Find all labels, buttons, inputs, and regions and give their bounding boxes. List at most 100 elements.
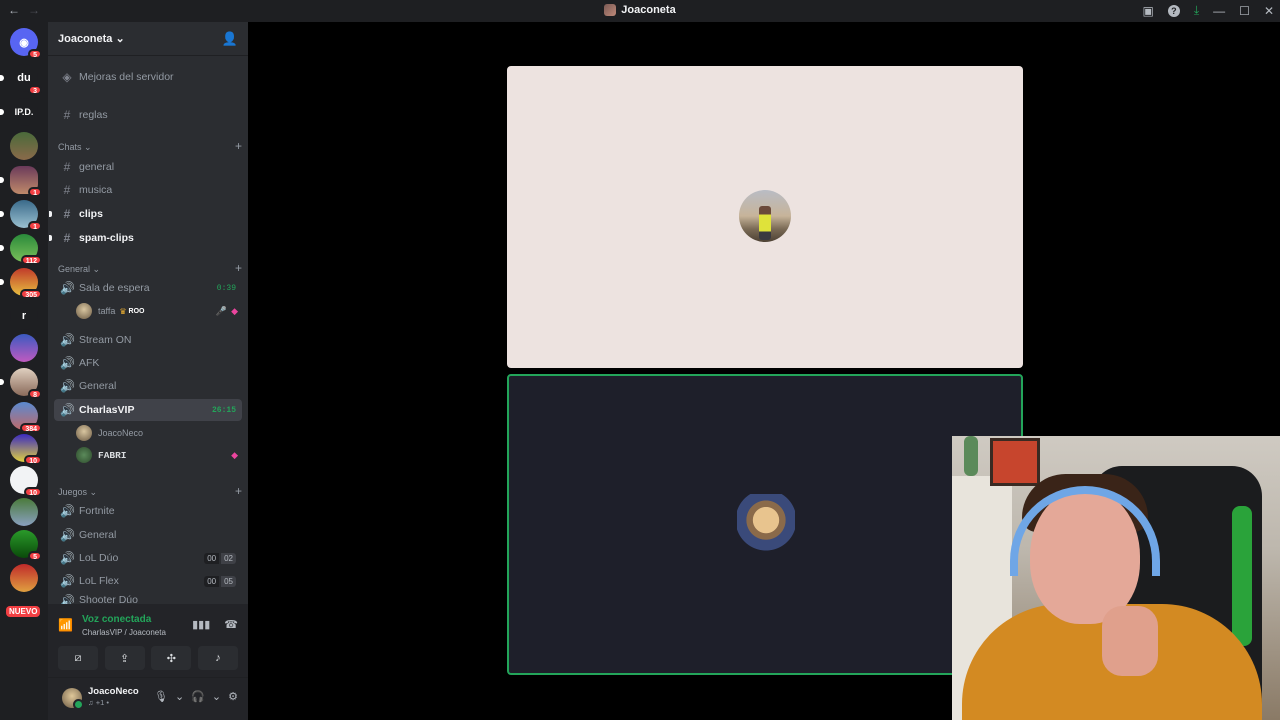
server-icon[interactable]: 10 bbox=[10, 434, 42, 465]
voice-channel-afk[interactable]: 🔊 AFK bbox=[54, 352, 242, 374]
server-icon[interactable]: 1 bbox=[0, 200, 42, 231]
avatar bbox=[76, 303, 92, 319]
category-chats[interactable]: Chats ⌄ + bbox=[58, 139, 242, 153]
voice-channel-general[interactable]: 🔊 General bbox=[54, 375, 242, 397]
category-general[interactable]: General ⌄ + bbox=[58, 261, 242, 275]
channel-clips[interactable]: # clips bbox=[54, 203, 242, 225]
avatar[interactable] bbox=[62, 688, 84, 710]
voice-status: Voz conectada bbox=[82, 614, 152, 625]
participant-tile[interactable] bbox=[507, 66, 1023, 368]
server-boosts-link[interactable]: ◈ Mejoras del servidor bbox=[54, 66, 242, 88]
server-icon[interactable] bbox=[10, 498, 38, 526]
screen-share-button[interactable]: ⇪ bbox=[104, 646, 145, 670]
server-icon[interactable]: 8 bbox=[0, 368, 42, 399]
server-icon[interactable]: 112 bbox=[0, 234, 42, 265]
voice-channel-general-juegos[interactable]: 🔊 General bbox=[54, 524, 242, 546]
direct-messages-button[interactable]: ◉ 5 bbox=[10, 28, 42, 59]
speaker-icon: 🔊 bbox=[60, 574, 75, 588]
server-name: Joaconeta ⌄ bbox=[58, 33, 125, 45]
channel-musica[interactable]: # musica bbox=[54, 179, 242, 201]
add-channel-icon[interactable]: + bbox=[235, 139, 242, 153]
server-mini-icon bbox=[604, 4, 617, 16]
chevron-down-icon[interactable]: ⌄ bbox=[212, 690, 221, 703]
voice-actions: ⧄ ⇪ ✣ ♪ bbox=[58, 646, 238, 670]
channel-label: AFK bbox=[79, 357, 100, 369]
noise-suppression-icon[interactable]: ▮▮▮ bbox=[192, 618, 210, 631]
voice-location[interactable]: CharlasVIP / Joaconeta bbox=[82, 628, 166, 637]
activities-button[interactable]: ✣ bbox=[151, 646, 192, 670]
voice-channel-lol-duo[interactable]: 🔊 LoL Dúo 00 02 bbox=[54, 547, 242, 569]
maximize-button[interactable]: ☐ bbox=[1239, 4, 1250, 18]
disconnect-icon[interactable]: ☎ bbox=[224, 618, 238, 631]
server-icon-r[interactable]: r bbox=[10, 302, 38, 330]
add-channel-icon[interactable]: + bbox=[235, 261, 242, 275]
voice-user-joaconeco[interactable]: JoacoNeco bbox=[76, 423, 238, 443]
speaker-icon: 🔊 bbox=[60, 504, 75, 518]
headphones-icon[interactable]: 🎧 bbox=[191, 690, 205, 703]
category-label: General bbox=[58, 264, 91, 274]
voice-channel-charlasvip[interactable]: 🔊 CharlasVIP 26:15 bbox=[54, 399, 242, 421]
add-channel-icon[interactable]: + bbox=[235, 484, 242, 498]
channel-label: reglas bbox=[79, 109, 108, 121]
user-name[interactable]: JoacoNeco bbox=[88, 686, 139, 697]
server-icon[interactable]: 5 bbox=[10, 530, 42, 561]
server-icon[interactable]: 10 bbox=[10, 466, 42, 497]
server-icon[interactable] bbox=[10, 334, 38, 362]
chevron-down-icon[interactable]: ⌄ bbox=[175, 690, 184, 703]
server-header[interactable]: Joaconeta ⌄ 👤 bbox=[48, 22, 248, 56]
server-icon[interactable] bbox=[10, 564, 38, 592]
server-icon[interactable]: 384 bbox=[10, 402, 42, 433]
server-icon[interactable]: 1 bbox=[0, 166, 42, 197]
server-icon[interactable]: 305 bbox=[0, 268, 42, 299]
close-button[interactable]: ✕ bbox=[1264, 4, 1274, 18]
server-icon[interactable] bbox=[10, 132, 38, 160]
hash-icon: # bbox=[63, 231, 71, 245]
help-icon[interactable]: ? bbox=[1167, 4, 1180, 17]
gear-icon[interactable]: ⚙ bbox=[228, 690, 238, 703]
inbox-icon[interactable]: ▣ bbox=[1143, 4, 1154, 18]
server-rail: ◉ 5 du 3 IP.D. 1 1 112 305 r 8 384 10 10 bbox=[0, 22, 48, 720]
minimize-button[interactable]: — bbox=[1213, 4, 1225, 18]
title-bar: ← → Joaconeta ▣ ? ⤓ — ☐ ✕ bbox=[0, 0, 1280, 22]
camera-off-button[interactable]: ⧄ bbox=[58, 646, 98, 670]
speaker-icon: 🔊 bbox=[60, 403, 75, 417]
server-badge: 8 bbox=[28, 389, 42, 399]
new-badge: NUEVO bbox=[6, 606, 41, 617]
channel-spam-clips[interactable]: # spam-clips bbox=[54, 227, 242, 249]
download-icon[interactable]: ⤓ bbox=[1194, 3, 1199, 18]
unread-indicator bbox=[49, 211, 52, 217]
channel-label: Stream ON bbox=[79, 334, 132, 346]
soundboard-button[interactable]: ♪ bbox=[197, 646, 238, 670]
channel-label: musica bbox=[79, 184, 113, 196]
microphone-icon[interactable]: 🎙 bbox=[154, 690, 168, 703]
voice-channel-shooter-duo[interactable]: 🔊 Shooter Dúo bbox=[54, 594, 242, 604]
server-icon-du[interactable]: du 3 bbox=[0, 64, 42, 95]
user-limit: 00 02 bbox=[204, 552, 236, 564]
unread-indicator bbox=[49, 235, 52, 241]
voice-channel-stream-on[interactable]: 🔊 Stream ON bbox=[54, 329, 242, 351]
user-status-icons: 🎤 ◆ bbox=[216, 306, 238, 317]
voice-channel-fortnite[interactable]: 🔊 Fortnite bbox=[54, 500, 242, 522]
voice-connection-panel: 📶 Voz conectada CharlasVIP / Joaconeta ▮… bbox=[48, 604, 248, 678]
category-label: Chats bbox=[58, 142, 82, 152]
activity-icon: ◆ bbox=[231, 305, 238, 316]
avatar bbox=[76, 425, 92, 441]
speaker-icon: 🔊 bbox=[60, 333, 75, 347]
channel-general[interactable]: # general bbox=[54, 156, 242, 178]
participant-tile-speaking[interactable] bbox=[507, 374, 1023, 675]
voice-user-taffa[interactable]: taffa ♛ ROO 🎤 ◆ bbox=[76, 301, 238, 321]
voice-channel-lol-flex[interactable]: 🔊 LoL Flex 00 05 bbox=[54, 570, 242, 592]
channel-reglas[interactable]: # reglas bbox=[54, 104, 242, 126]
channel-label: LoL Flex bbox=[79, 575, 119, 587]
discord-logo-icon: ◉ bbox=[19, 36, 29, 49]
server-icon-ipd[interactable]: IP.D. bbox=[0, 98, 38, 126]
avatar bbox=[76, 447, 92, 463]
channel-label: General bbox=[79, 380, 117, 392]
add-member-icon[interactable]: 👤 bbox=[222, 31, 238, 47]
category-juegos[interactable]: Juegos ⌄ + bbox=[58, 484, 242, 498]
user-panel: JoacoNeco ♫ +1 • 🎙 ⌄ 🎧 ⌄ ⚙ bbox=[48, 678, 248, 720]
user-limit-count: 02 bbox=[221, 552, 236, 564]
voice-channel-sala-de-espera[interactable]: 🔊 Sala de espera 0:39 bbox=[54, 277, 242, 299]
voice-user-fabri[interactable]: FABRI ◆ bbox=[76, 445, 238, 465]
home-badge: 5 bbox=[28, 49, 42, 59]
